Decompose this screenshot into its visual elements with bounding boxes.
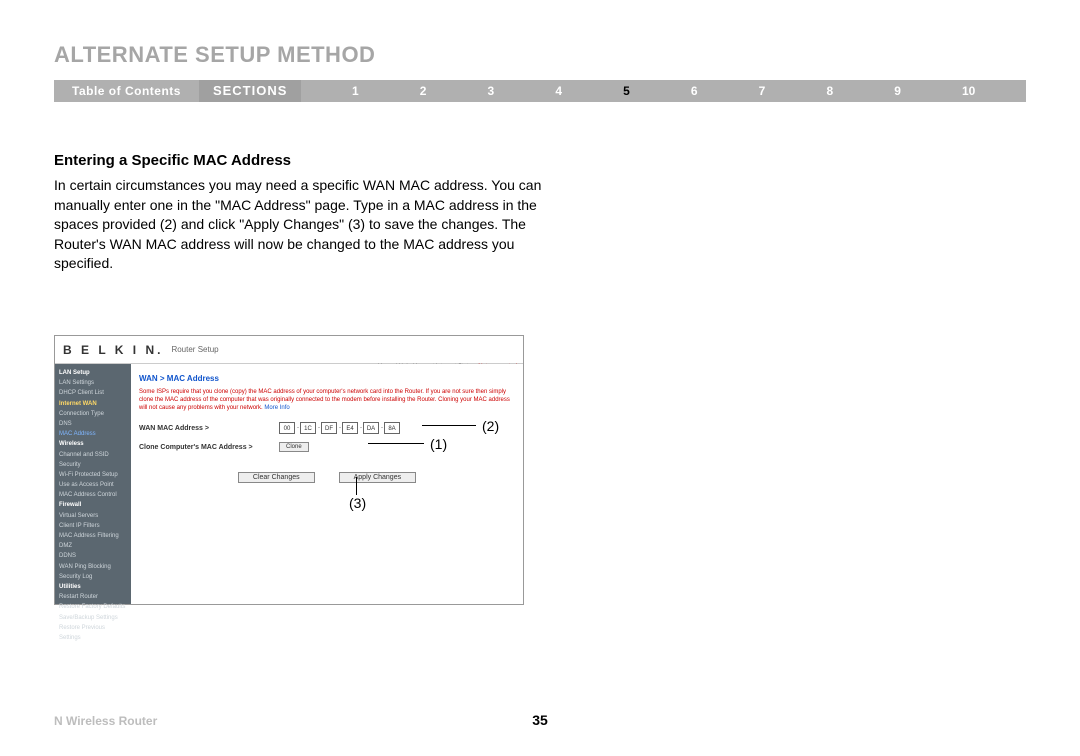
mac-input-3[interactable]: DF <box>321 422 337 434</box>
section-6[interactable]: 6 <box>691 84 698 98</box>
section-numbers: 1 2 3 4 5 6 7 8 9 10 <box>301 84 1026 98</box>
page-number: 35 <box>532 712 548 728</box>
sections-label: SECTIONS <box>199 80 301 102</box>
mac-input-1[interactable]: 00 <box>279 422 295 434</box>
mac-desc-text: Some ISPs require that you clone (copy) … <box>139 389 510 411</box>
mac-input-4[interactable]: E4 <box>342 422 358 434</box>
apply-changes-button[interactable]: Apply Changes <box>339 472 416 483</box>
sidebar-item[interactable]: MAC Address Filtering <box>59 531 127 541</box>
clone-button[interactable]: Clone <box>279 442 309 452</box>
clone-mac-label: Clone Computer's MAC Address > <box>139 444 279 451</box>
breadcrumb: WAN > MAC Address <box>139 374 515 383</box>
router-header: B E L K I N. Router Setup <box>55 336 523 364</box>
sidebar-item[interactable]: Security Log <box>59 572 127 582</box>
sidebar-item[interactable]: Channel and SSID <box>59 450 127 460</box>
section-9[interactable]: 9 <box>894 84 901 98</box>
sidebar-item[interactable]: WAN Ping Blocking <box>59 562 127 572</box>
wan-mac-label: WAN MAC Address > <box>139 425 279 432</box>
sidebar-item[interactable]: Virtual Servers <box>59 511 127 521</box>
sidebar-item[interactable]: DNS <box>59 419 127 429</box>
sidebar-wireless[interactable]: Wireless <box>59 439 127 449</box>
section-4[interactable]: 4 <box>555 84 562 98</box>
more-info-link[interactable]: More Info <box>264 405 289 411</box>
mac-desc: Some ISPs require that you clone (copy) … <box>139 389 515 412</box>
sidebar-internet-wan[interactable]: Internet WAN <box>59 399 127 409</box>
callout-2: (2) <box>482 418 499 434</box>
sidebar-item[interactable]: Client IP Filters <box>59 521 127 531</box>
sidebar-item[interactable]: Restore Factory Defaults <box>59 602 127 612</box>
sidebar-firewall[interactable]: Firewall <box>59 500 127 510</box>
section-8[interactable]: 8 <box>826 84 833 98</box>
footer-product: N Wireless Router <box>54 714 157 728</box>
router-setup-label: Router Setup <box>171 345 218 354</box>
router-main: WAN > MAC Address Some ISPs require that… <box>131 364 523 604</box>
sections-nav: Table of Contents SECTIONS 1 2 3 4 5 6 7… <box>54 80 1026 102</box>
sidebar-item[interactable]: MAC Address Control <box>59 490 127 500</box>
sidebar-item[interactable]: Use as Access Point <box>59 480 127 490</box>
section-2[interactable]: 2 <box>420 84 427 98</box>
sidebar-item[interactable]: Restore Previous Settings <box>59 623 127 643</box>
sidebar-utilities[interactable]: Utilities <box>59 582 127 592</box>
action-buttons: Clear Changes Apply Changes <box>139 472 515 483</box>
sidebar-item[interactable]: Save/Backup Settings <box>59 613 127 623</box>
sidebar-item[interactable]: DMZ <box>59 541 127 551</box>
sidebar-item[interactable]: DDNS <box>59 551 127 561</box>
section-3[interactable]: 3 <box>488 84 495 98</box>
callout-1: (1) <box>430 436 447 452</box>
subheading: Entering a Specific MAC Address <box>54 152 291 169</box>
sidebar-item[interactable]: DHCP Client List <box>59 388 127 398</box>
router-sidebar: LAN Setup LAN Settings DHCP Client List … <box>55 364 131 604</box>
clear-changes-button[interactable]: Clear Changes <box>238 472 315 483</box>
mac-input-6[interactable]: 8A <box>384 422 400 434</box>
sidebar-lan-setup[interactable]: LAN Setup <box>59 368 127 378</box>
section-7[interactable]: 7 <box>759 84 766 98</box>
toc-link[interactable]: Table of Contents <box>54 84 199 98</box>
sidebar-item[interactable]: Connection Type <box>59 409 127 419</box>
body-text: In certain circumstances you may need a … <box>54 176 554 274</box>
sidebar-item[interactable]: Wi-Fi Protected Setup <box>59 470 127 480</box>
sidebar-item[interactable]: Security <box>59 460 127 470</box>
belkin-logo: B E L K I N. <box>63 343 163 357</box>
router-screenshot: B E L K I N. Router Setup Home | Help | … <box>54 335 524 605</box>
callout-3-line <box>356 477 357 495</box>
sidebar-item[interactable]: Restart Router <box>59 592 127 602</box>
callout-1-line <box>368 443 424 444</box>
mac-input-5[interactable]: DA <box>363 422 379 434</box>
callout-2-line <box>422 425 476 426</box>
section-1[interactable]: 1 <box>352 84 359 98</box>
clone-mac-row: Clone Computer's MAC Address > Clone <box>139 442 515 452</box>
page-title: ALTERNATE SETUP METHOD <box>54 42 375 68</box>
mac-input-2[interactable]: 1C <box>300 422 316 434</box>
sidebar-item-mac-address[interactable]: MAC Address <box>59 429 127 439</box>
sidebar-item[interactable]: LAN Settings <box>59 378 127 388</box>
callout-3: (3) <box>349 495 366 511</box>
section-10[interactable]: 10 <box>962 84 975 98</box>
section-5[interactable]: 5 <box>623 84 630 98</box>
